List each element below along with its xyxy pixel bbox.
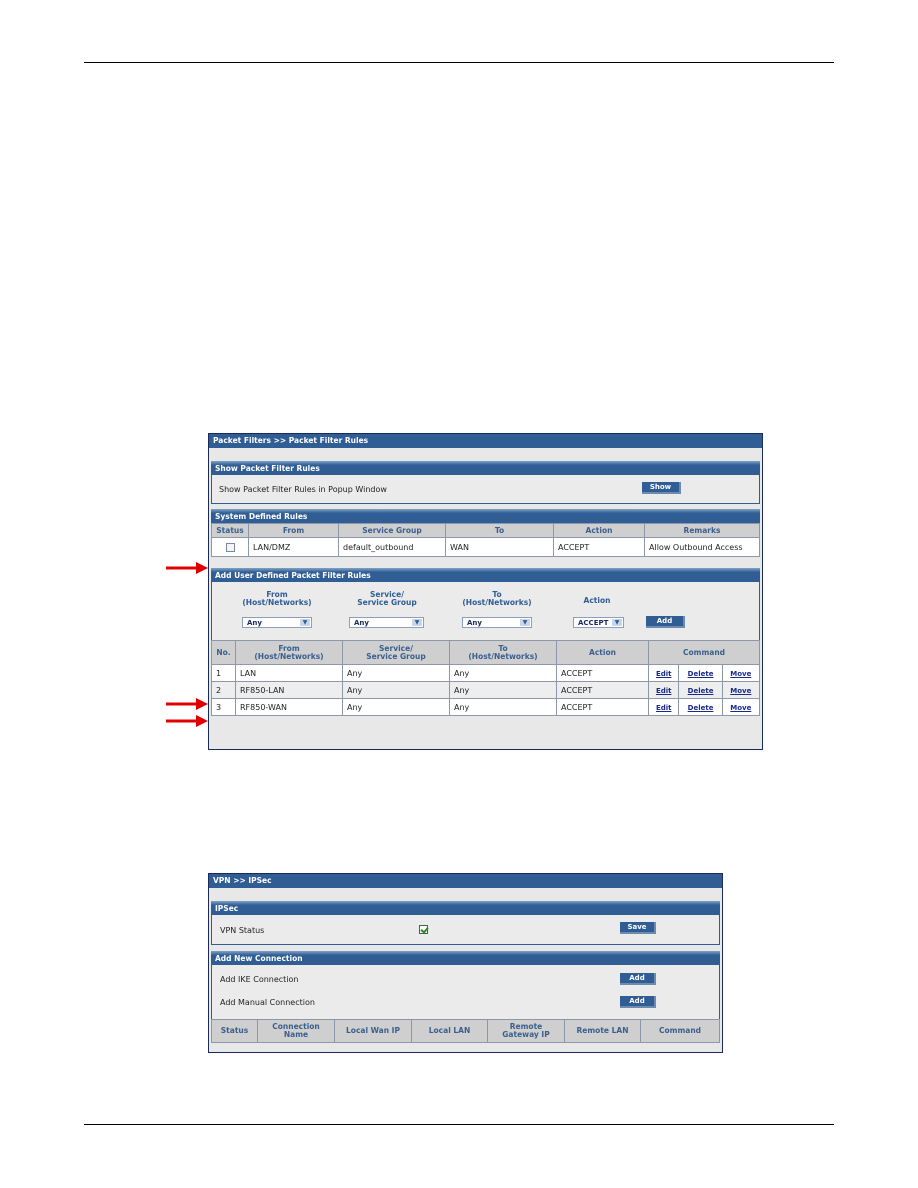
cell-no: 3 bbox=[211, 698, 236, 716]
col-service: Service/Service Group bbox=[342, 640, 450, 665]
page-title: VPN >> IPSec bbox=[209, 874, 722, 888]
red-arrow-icon bbox=[166, 562, 208, 574]
show-rules-heading: Show Packet Filter Rules bbox=[211, 461, 760, 475]
col-action: Action bbox=[553, 523, 645, 538]
add-manual-button[interactable]: Add bbox=[620, 996, 656, 1008]
col-status: Status bbox=[211, 1019, 258, 1043]
add-connection-heading: Add New Connection bbox=[211, 951, 720, 965]
system-rules-section: Status From Service Group To Action Rema… bbox=[211, 523, 760, 557]
cell-service: Any bbox=[342, 698, 450, 716]
vpn-status-label: VPN Status bbox=[220, 926, 265, 935]
save-button[interactable]: Save bbox=[620, 922, 656, 934]
show-rules-label: Show Packet Filter Rules in Popup Window bbox=[219, 485, 387, 494]
add-ike-button[interactable]: Add bbox=[620, 973, 656, 985]
status-checkbox[interactable] bbox=[225, 542, 235, 552]
user-rules-section: No. From (Host/Networks) Service/Service … bbox=[211, 640, 761, 716]
cell-remarks: Allow Outbound Access bbox=[644, 537, 760, 557]
col-remarks: Remarks bbox=[644, 523, 760, 538]
connections-section: Status Connection Name Local Wan IP Local… bbox=[211, 1019, 720, 1043]
table-row: 3 RF850-WAN Any Any ACCEPT Edit Delete M… bbox=[211, 698, 761, 716]
ipsec-section: VPN Status Save bbox=[211, 915, 720, 945]
add-user-rules-heading: Add User Defined Packet Filter Rules bbox=[211, 568, 760, 582]
page-title: Packet Filters >> Packet Filter Rules bbox=[209, 434, 762, 448]
to-label: To (Host/Networks) bbox=[462, 590, 532, 607]
cell-from: RF850-LAN bbox=[235, 681, 343, 699]
ipsec-heading: IPSec bbox=[211, 901, 720, 915]
cell-from: RF850-WAN bbox=[235, 698, 343, 716]
chevron-down-icon: ▼ bbox=[520, 619, 530, 626]
to-select[interactable]: Any ▼ bbox=[462, 617, 532, 628]
add-manual-label: Add Manual Connection bbox=[220, 998, 315, 1007]
col-remote-gateway-ip: Remote Gateway IP bbox=[487, 1019, 565, 1043]
col-local-wan-ip: Local Wan IP bbox=[334, 1019, 412, 1043]
col-action: Action bbox=[556, 640, 649, 665]
col-to: To (Host/Networks) bbox=[449, 640, 557, 665]
connections-table: Status Connection Name Local Wan IP Local… bbox=[211, 1019, 720, 1043]
system-rules-heading: System Defined Rules bbox=[211, 509, 760, 523]
system-rules-table: Status From Service Group To Action Rema… bbox=[211, 523, 760, 557]
move-link[interactable]: Move bbox=[730, 670, 751, 678]
table-row: 1 LAN Any Any ACCEPT Edit Delete Move bbox=[211, 664, 761, 682]
vpn-status-checkbox[interactable] bbox=[419, 925, 428, 934]
col-to: To bbox=[445, 523, 554, 538]
table-row: 2 RF850-LAN Any Any ACCEPT Edit Delete M… bbox=[211, 681, 761, 699]
show-button[interactable]: Show bbox=[642, 482, 681, 494]
red-arrow-icon bbox=[166, 698, 208, 710]
col-local-lan: Local LAN bbox=[411, 1019, 488, 1043]
edit-link[interactable]: Edit bbox=[656, 704, 672, 712]
cell-service: Any bbox=[342, 681, 450, 699]
cell-action: ACCEPT bbox=[556, 698, 649, 716]
header-rule bbox=[84, 62, 834, 63]
col-connection-name: Connection Name bbox=[257, 1019, 335, 1043]
cell-from: LAN/DMZ bbox=[248, 537, 339, 557]
vpn-ipsec-panel: VPN >> IPSec IPSec VPN Status Save Add N… bbox=[208, 873, 723, 1053]
edit-link[interactable]: Edit bbox=[656, 670, 672, 678]
move-link[interactable]: Move bbox=[730, 687, 751, 695]
cell-service: Any bbox=[342, 664, 450, 682]
action-label: Action bbox=[583, 596, 611, 605]
cell-action: ACCEPT bbox=[556, 681, 649, 699]
cell-from: LAN bbox=[235, 664, 343, 682]
cell-service-group: default_outbound bbox=[338, 537, 446, 557]
col-command: Command bbox=[648, 640, 760, 665]
cell-to: Any bbox=[449, 698, 557, 716]
cell-to: WAN bbox=[445, 537, 554, 557]
table-row: LAN/DMZ default_outbound WAN ACCEPT Allo… bbox=[211, 537, 760, 557]
add-user-rules-form: From (Host/Networks) Service/Service Grou… bbox=[211, 582, 760, 640]
add-rule-button[interactable]: Add bbox=[646, 616, 685, 628]
show-rules-section: Show Packet Filter Rules in Popup Window… bbox=[211, 475, 760, 504]
add-ike-label: Add IKE Connection bbox=[220, 975, 299, 984]
move-link[interactable]: Move bbox=[730, 704, 751, 712]
cell-to: Any bbox=[449, 681, 557, 699]
chevron-down-icon: ▼ bbox=[300, 619, 310, 626]
cell-action: ACCEPT bbox=[556, 664, 649, 682]
service-select[interactable]: Any ▼ bbox=[349, 617, 424, 628]
col-command: Command bbox=[640, 1019, 720, 1043]
col-remote-lan: Remote LAN bbox=[564, 1019, 641, 1043]
cell-no: 1 bbox=[211, 664, 236, 682]
col-from: From (Host/Networks) bbox=[235, 640, 343, 665]
col-status: Status bbox=[211, 523, 249, 538]
col-service-group: Service Group bbox=[338, 523, 446, 538]
cell-to: Any bbox=[449, 664, 557, 682]
cell-action: ACCEPT bbox=[553, 537, 645, 557]
delete-link[interactable]: Delete bbox=[688, 704, 714, 712]
col-no: No. bbox=[211, 640, 236, 665]
delete-link[interactable]: Delete bbox=[688, 687, 714, 695]
from-select[interactable]: Any ▼ bbox=[242, 617, 312, 628]
edit-link[interactable]: Edit bbox=[656, 687, 672, 695]
packet-filter-panel: Packet Filters >> Packet Filter Rules Sh… bbox=[208, 433, 763, 750]
service-label: Service/Service Group bbox=[357, 590, 417, 607]
delete-link[interactable]: Delete bbox=[688, 670, 714, 678]
chevron-down-icon: ▼ bbox=[612, 619, 622, 626]
red-arrow-icon bbox=[166, 715, 208, 727]
add-connection-section: Add IKE Connection Add Add Manual Connec… bbox=[211, 965, 720, 1019]
col-from: From bbox=[248, 523, 339, 538]
from-label: From (Host/Networks) bbox=[242, 590, 312, 607]
user-rules-table: No. From (Host/Networks) Service/Service … bbox=[211, 640, 761, 716]
footer-rule bbox=[84, 1124, 834, 1125]
action-select[interactable]: ACCEPT ▼ bbox=[573, 617, 624, 628]
chevron-down-icon: ▼ bbox=[412, 619, 422, 626]
cell-no: 2 bbox=[211, 681, 236, 699]
